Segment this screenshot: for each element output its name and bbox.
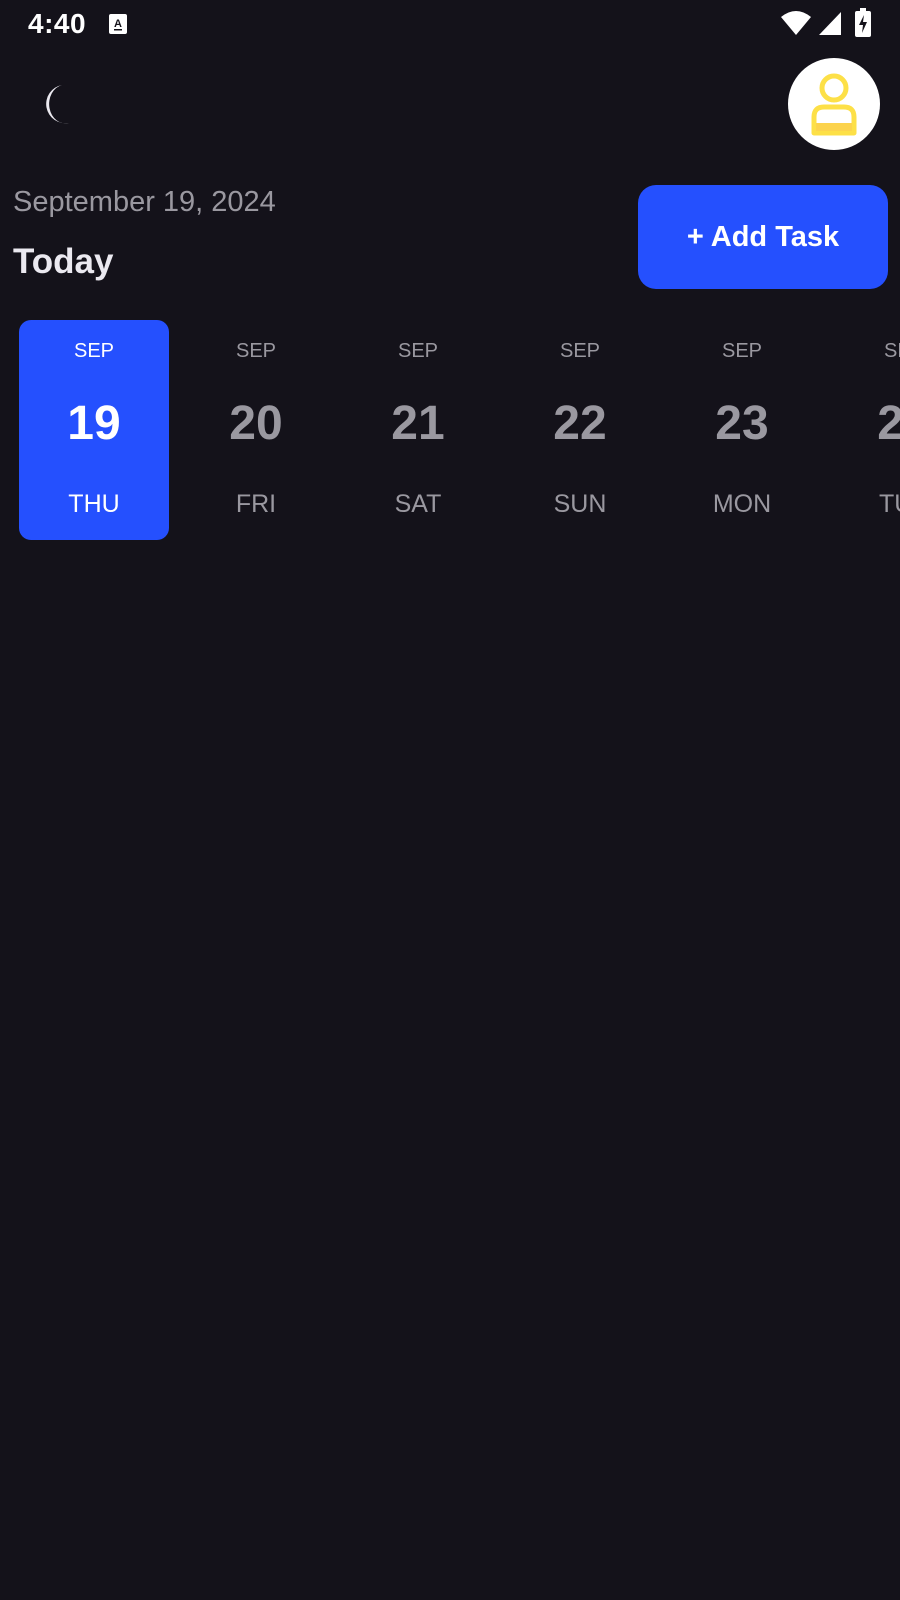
date-month: SEP <box>235 340 277 362</box>
date-month: SEP <box>559 340 601 362</box>
signal-icon <box>819 12 841 35</box>
date-picker-strip[interactable]: SEP 19 THU SEP 20 FRI SEP 21 SAT SEP 22 … <box>0 320 900 540</box>
date-day: 19 <box>67 397 121 450</box>
profile-avatar-button[interactable] <box>788 58 880 150</box>
add-task-button[interactable]: + Add Task <box>638 185 888 289</box>
date-day: 23 <box>715 397 769 450</box>
user-icon <box>811 73 857 136</box>
date-weekday: MON <box>712 490 772 518</box>
date-day: 24 <box>877 397 900 450</box>
date-weekday: FRI <box>235 490 277 518</box>
date-item[interactable]: SEP 21 SAT <box>343 320 493 540</box>
date-weekday: SAT <box>394 490 442 518</box>
date-weekday: SUN <box>553 490 607 518</box>
date-month: SEP <box>883 340 900 362</box>
date-item-selected[interactable]: SEP 19 THU <box>19 320 169 540</box>
date-month: SEP <box>73 340 115 362</box>
date-item[interactable]: SEP 24 TUE <box>829 320 900 540</box>
status-time: 4:40 <box>28 8 87 39</box>
current-date: September 19, 2024 <box>13 186 276 218</box>
date-day: 22 <box>553 397 607 450</box>
date-item[interactable]: SEP 23 MON <box>667 320 817 540</box>
theme-toggle-button[interactable] <box>30 78 82 130</box>
date-item[interactable]: SEP 22 SUN <box>505 320 655 540</box>
moon-icon <box>46 85 69 124</box>
battery-charging-icon <box>855 8 871 37</box>
wifi-icon <box>781 11 811 35</box>
date-month: SEP <box>721 340 763 362</box>
svg-text:A: A <box>114 18 122 30</box>
date-day: 21 <box>391 397 445 450</box>
status-bar: 4:40 A <box>0 0 900 50</box>
date-weekday: THU <box>68 490 120 518</box>
a-notification-icon: A <box>109 14 127 34</box>
date-month: SEP <box>397 340 439 362</box>
page-title: Today <box>13 242 114 281</box>
date-item[interactable]: SEP 20 FRI <box>181 320 331 540</box>
date-weekday: TUE <box>879 490 900 518</box>
date-day: 20 <box>229 397 283 450</box>
